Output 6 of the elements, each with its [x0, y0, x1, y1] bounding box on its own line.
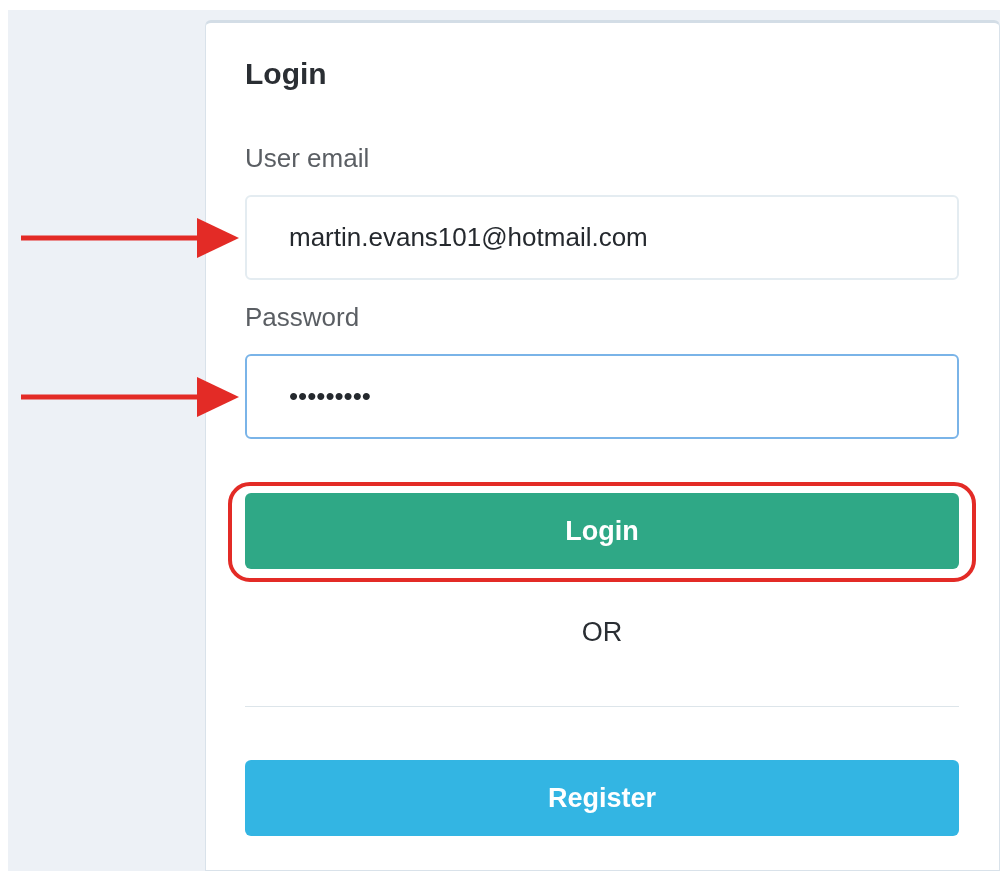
- input-field[interactable]: •••••••••: [245, 354, 959, 439]
- input-field[interactable]: martin.evans101@hotmail.com: [245, 195, 959, 280]
- field-label: User email: [245, 145, 371, 171]
- card-title: Login: [245, 59, 328, 89]
- field-label: Password: [245, 304, 361, 330]
- or-text: OR: [580, 619, 624, 646]
